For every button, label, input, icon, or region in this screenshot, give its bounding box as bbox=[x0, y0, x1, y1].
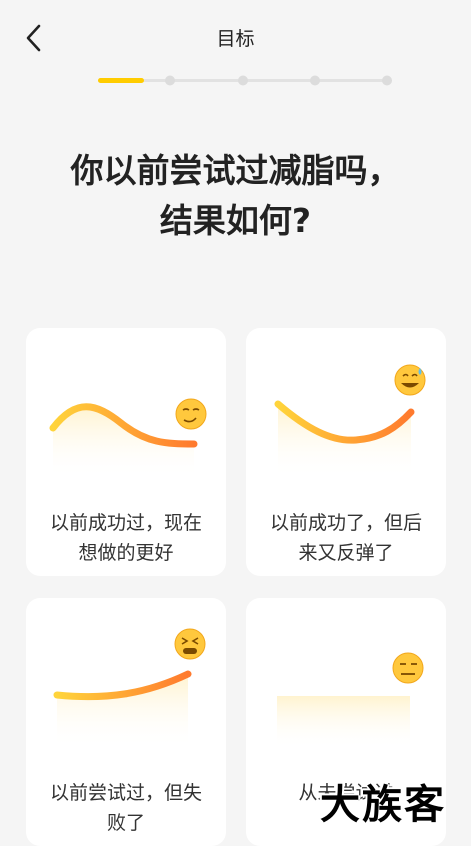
trend-curve-graphic bbox=[274, 359, 431, 478]
trend-curve-graphic bbox=[53, 623, 211, 748]
option-label-line-2: 来又反弹了 bbox=[298, 542, 394, 564]
expressionless-face-icon bbox=[387, 647, 429, 689]
trend-curve-graphic bbox=[49, 393, 212, 478]
option-card-tried-failed[interactable]: 以前尝试过，但失 败了 bbox=[26, 598, 226, 846]
option-label: 以前尝试过，但失 败了 bbox=[26, 778, 226, 838]
option-label-line-1: 以前成功了，但后 bbox=[269, 512, 422, 534]
progress-step-dot bbox=[382, 75, 392, 86]
progress-step-dot bbox=[165, 75, 175, 86]
page-title: 目标 bbox=[216, 28, 255, 50]
option-label: 以前成功了，但后 来又反弹了 bbox=[246, 508, 446, 568]
trend-curve-graphic bbox=[273, 647, 429, 748]
progress-active-segment bbox=[98, 78, 144, 83]
tired-face-icon bbox=[169, 623, 211, 665]
grinning-sweat-face-icon bbox=[389, 359, 431, 401]
step-progress-bar bbox=[98, 75, 392, 86]
option-card-succeeded-want-better[interactable]: 以前成功过，现在 想做的更好 bbox=[26, 328, 226, 576]
watermark: 大族客 bbox=[320, 782, 446, 828]
progress-step-dot bbox=[310, 75, 320, 86]
question-line-2: 结果如何? bbox=[159, 201, 312, 240]
option-label-line-1: 以前成功过，现在 bbox=[49, 512, 202, 534]
option-label-line-1: 以前尝试过，但失 bbox=[49, 782, 202, 804]
header: 目标 bbox=[0, 0, 471, 76]
option-label: 以前成功过，现在 想做的更好 bbox=[26, 508, 226, 568]
option-label-line-2: 败了 bbox=[106, 812, 145, 834]
smirking-face-icon bbox=[170, 393, 212, 435]
progress-step-dot bbox=[238, 75, 248, 86]
question-line-1: 你以前尝试过减脂吗， bbox=[70, 151, 401, 190]
option-label-line-2: 想做的更好 bbox=[78, 542, 174, 564]
option-card-succeeded-rebounded[interactable]: 以前成功了，但后 来又反弹了 bbox=[246, 328, 446, 576]
question-heading: 你以前尝试过减脂吗， 结果如何? bbox=[0, 146, 471, 246]
